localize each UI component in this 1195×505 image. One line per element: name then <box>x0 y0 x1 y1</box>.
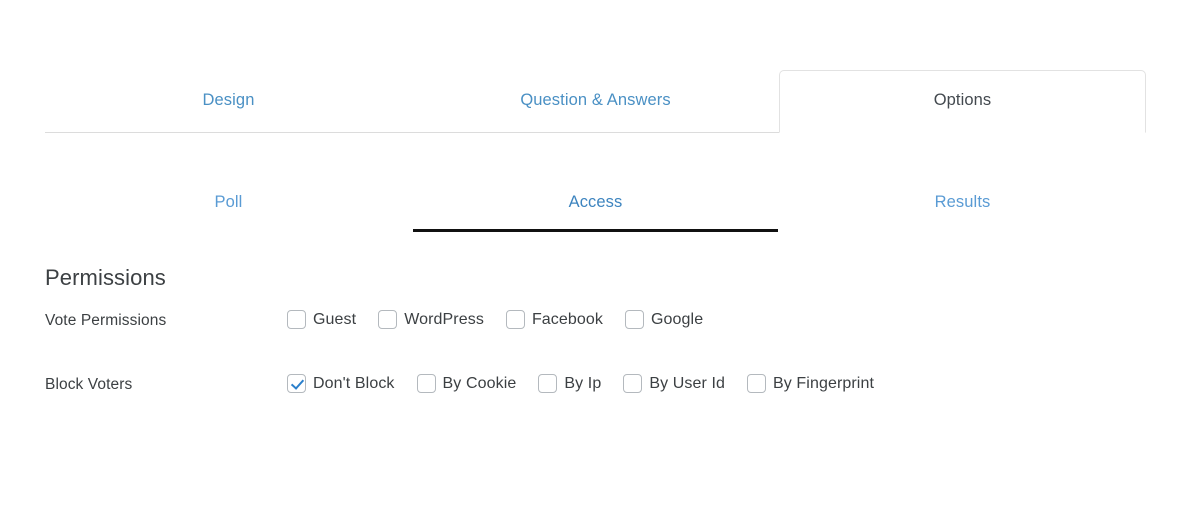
tab-design-label: Design <box>202 91 255 109</box>
tab-options-label: Options <box>933 91 992 109</box>
vote-permissions-choices: Guest WordPress Facebook Google <box>287 310 703 329</box>
checkbox-guest[interactable]: Guest <box>287 310 356 329</box>
subtab-poll[interactable]: Poll <box>45 180 412 232</box>
checkbox-facebook-label: Facebook <box>531 311 604 328</box>
checkbox-dont-block[interactable]: Don't Block <box>287 374 395 393</box>
checkbox-google[interactable]: Google <box>625 310 703 329</box>
subtab-poll-label: Poll <box>214 192 243 211</box>
checkbox-by-ip[interactable]: By Ip <box>538 374 601 393</box>
vote-permissions-label: Vote Permissions <box>45 312 167 329</box>
tab-question-answers[interactable]: Question & Answers <box>412 70 779 133</box>
subtab-results[interactable]: Results <box>779 180 1146 232</box>
checkbox-by-cookie[interactable]: By Cookie <box>416 374 517 393</box>
checkbox-guest-box[interactable] <box>287 310 306 329</box>
checkbox-by-ip-label: By Ip <box>564 375 602 392</box>
checkbox-facebook[interactable]: Facebook <box>505 310 604 329</box>
vote-permissions-row: Vote Permissions Guest WordPress Faceboo… <box>0 310 1195 331</box>
checkbox-facebook-box[interactable] <box>505 310 525 329</box>
secondary-tabstrip: Poll Access Results <box>45 180 1146 232</box>
block-voters-label: Block Voters <box>45 376 133 393</box>
permissions-heading: Permissions <box>45 265 166 290</box>
checkbox-google-label: Google <box>651 311 704 328</box>
tab-options[interactable]: Options <box>779 70 1146 133</box>
checkbox-dont-block-label: Don't Block <box>313 375 395 392</box>
checkbox-wordpress-box[interactable] <box>378 310 398 329</box>
checkbox-guest-label: Guest <box>313 311 357 328</box>
subtab-results-label: Results <box>934 192 991 211</box>
checkbox-by-user-id-box[interactable] <box>623 374 643 393</box>
tab-question-answers-label: Question & Answers <box>520 91 671 109</box>
checkbox-by-fingerprint-box[interactable] <box>747 374 767 393</box>
checkbox-by-user-id[interactable]: By User Id <box>623 374 725 393</box>
checkbox-by-ip-box[interactable] <box>538 374 558 393</box>
checkbox-wordpress[interactable]: WordPress <box>378 310 484 329</box>
checkbox-by-fingerprint[interactable]: By Fingerprint <box>747 374 874 393</box>
options-access-panel: Design Question & Answers Options Poll A… <box>0 0 1195 505</box>
checkbox-google-box[interactable] <box>625 310 645 329</box>
checkbox-wordpress-label: WordPress <box>404 311 484 328</box>
primary-tabstrip: Design Question & Answers Options <box>45 70 1146 133</box>
tab-design[interactable]: Design <box>45 70 412 133</box>
subtab-access[interactable]: Access <box>412 180 779 232</box>
block-voters-row: Block Voters Don't Block By Cookie By Ip… <box>0 374 1195 395</box>
block-voters-choices: Don't Block By Cookie By Ip By User Id B… <box>287 374 874 393</box>
checkbox-by-cookie-box[interactable] <box>416 374 436 393</box>
checkbox-by-user-id-label: By User Id <box>649 375 726 392</box>
checkbox-dont-block-box[interactable] <box>287 374 306 393</box>
checkbox-by-fingerprint-label: By Fingerprint <box>773 375 875 392</box>
checkbox-by-cookie-label: By Cookie <box>442 375 517 392</box>
subtab-access-label: Access <box>568 192 623 211</box>
